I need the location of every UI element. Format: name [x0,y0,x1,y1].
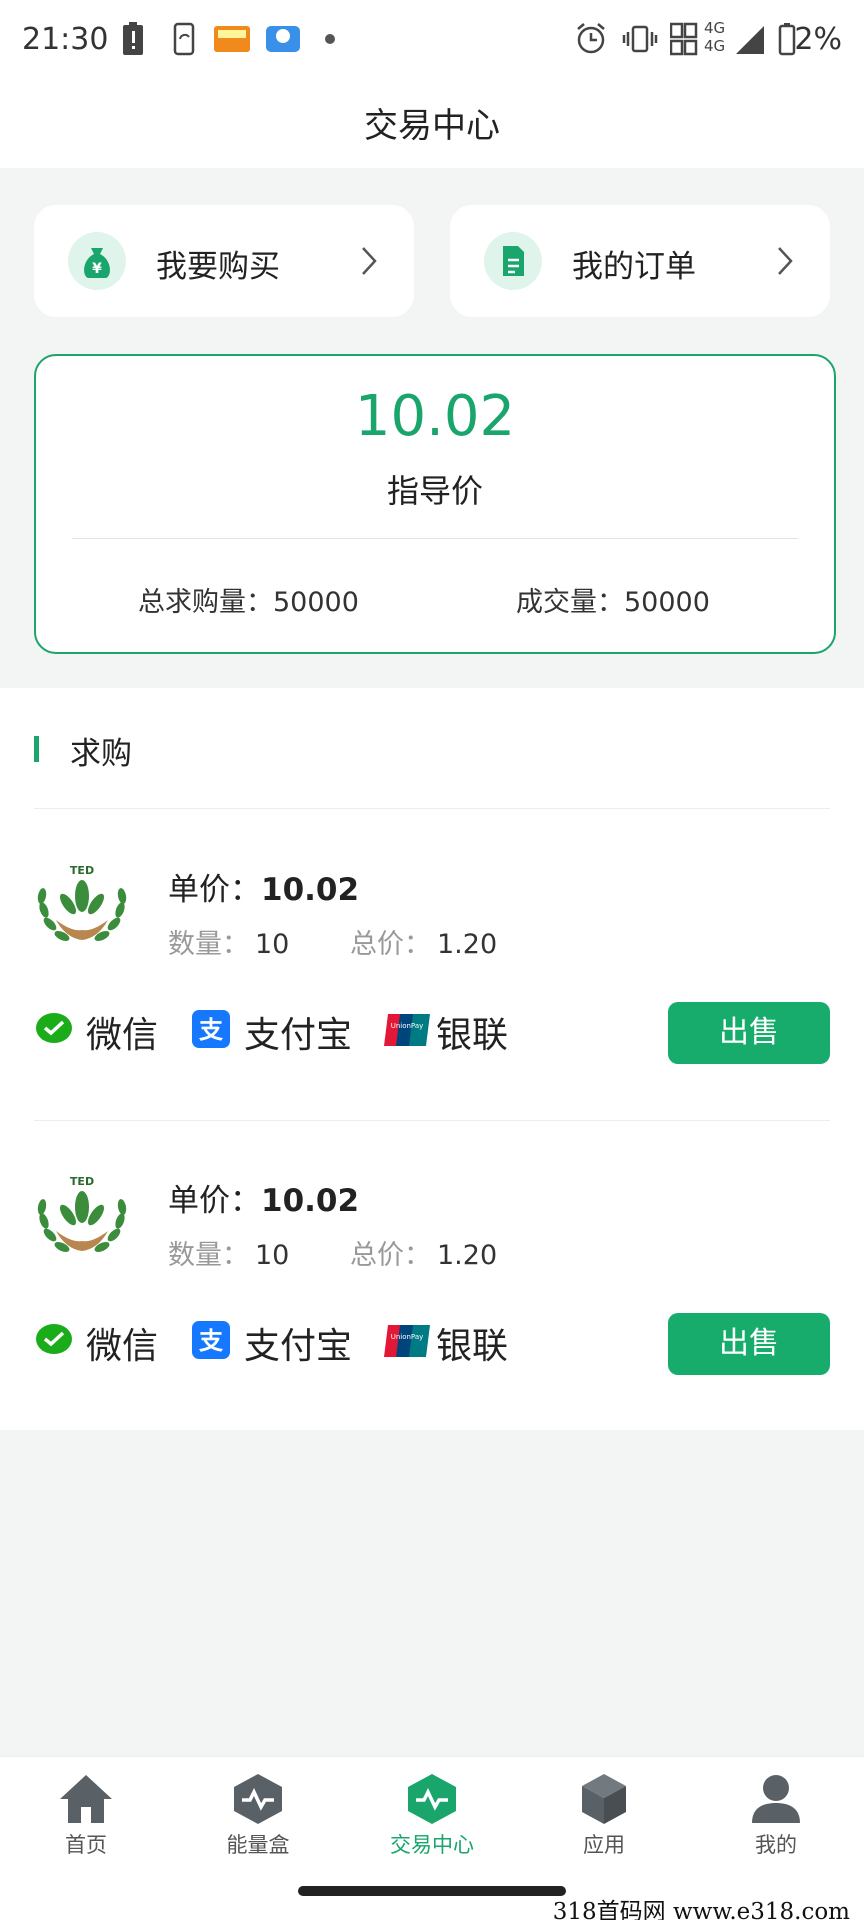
document-icon [484,232,542,290]
volume-stat: 成交量：50000 [516,580,710,619]
app-notification-icon [214,26,250,52]
total-demand-stat: 总求购量：50000 [138,580,359,619]
alert-icon [123,22,143,55]
section-accent-bar [34,736,39,762]
my-orders-label: 我的订单 [572,249,696,285]
total-demand-label: 总求购量： [138,587,273,618]
svg-text:TED: TED [70,1175,94,1188]
status-time: 21:30 [22,22,109,57]
nav-item-trade-center[interactable]: 交易中心 [346,1771,518,1859]
total-demand-value: 50000 [273,587,359,618]
unit-price-value: 10.02 [261,1183,360,1219]
chevron-right-icon [362,247,377,275]
alipay-icon: 支 [192,1321,230,1359]
user-icon [752,1775,800,1823]
unit-price: 单价：10.02 [168,872,360,908]
svg-text:UnionPay: UnionPay [391,1022,424,1030]
vibrate-icon [622,25,658,53]
quantity-value: 10 [255,929,290,960]
battery-percent: 2% [794,22,842,57]
app-notification-icon [266,26,300,52]
quantity-value: 10 [255,1240,290,1271]
nav-item-home[interactable]: 首页 [0,1771,172,1859]
svg-text:UnionPay: UnionPay [391,1333,424,1341]
quantity: 数量： 10 [168,929,290,960]
cube-icon [582,1774,626,1824]
quantity: 数量： 10 [168,1240,290,1271]
phone-sync-icon [173,22,195,56]
title-bar: 交易中心 [0,80,864,168]
page-title: 交易中心 [364,106,500,146]
total-price-value: 1.20 [437,1240,498,1271]
divider [72,538,798,539]
ted-logo: TED [37,864,127,941]
buy-button-label: 我要购买 [156,249,280,285]
energy-box-icon [234,1774,282,1824]
my-orders-button[interactable]: 我的订单 [450,205,830,317]
purchase-request-list: 求购 TED 单价：10.02 数量： 10 总价： 1.20 微信 支 支付宝… [0,688,864,1430]
unionpay-icon: UnionPay [384,1014,430,1046]
ted-logo: TED [37,1175,127,1252]
dot-icon [325,34,335,44]
nav-item-profile[interactable]: 我的 [690,1771,862,1859]
unit-price: 单价：10.02 [168,1183,360,1219]
list-item: TED 单价：10.02 数量： 10 总价： 1.20 微信 支 支付宝 Un… [0,810,864,1120]
signal-icon [736,26,764,54]
sell-button[interactable]: 出售 [668,1313,830,1375]
svg-text:TED: TED [70,864,94,877]
price-summary-card: 10.02 指导价 总求购量：50000 成交量：50000 [34,354,836,654]
guide-price-value: 10.02 [354,384,516,449]
total-price-value: 1.20 [437,929,498,960]
nav-item-energy-box[interactable]: 能量盒 [172,1771,344,1859]
unit-price-value: 10.02 [261,872,360,908]
svg-text:¥: ¥ [92,261,102,277]
network-label: 4G [704,19,726,37]
watermark: 318首码网 www.e318.com [552,1899,850,1920]
alarm-icon [577,23,605,54]
trade-center-icon [408,1774,456,1824]
nav-item-apps[interactable]: 应用 [518,1771,690,1859]
wechat-icon [36,1013,72,1043]
svg-text:支: 支 [199,1327,224,1355]
total-price: 总价： 1.20 [350,929,498,960]
section-title: 求购 [70,736,132,772]
chevron-right-icon [778,247,793,275]
buy-button[interactable]: ¥ 我要购买 [34,205,414,317]
list-item: TED 单价：10.02 数量： 10 总价： 1.20 微信 支 支付宝 Un… [0,1121,864,1431]
status-bar: 21:30 4G 4G 2% [0,0,864,80]
money-bag-icon: ¥ [68,232,126,290]
alipay-icon: 支 [192,1010,230,1048]
network-label-secondary: 4G [704,37,726,55]
home-indicator[interactable] [298,1886,566,1896]
guide-price-label: 指导价 [386,472,483,510]
volume-label: 成交量： [516,587,624,618]
data-icon [670,22,698,56]
wechat-icon [36,1324,72,1354]
divider [34,808,830,809]
home-icon [60,1775,112,1823]
unionpay-icon: UnionPay [384,1325,430,1357]
volume-value: 50000 [624,587,710,618]
sell-button[interactable]: 出售 [668,1002,830,1064]
battery-icon [778,23,796,56]
svg-text:支: 支 [199,1016,224,1044]
total-price: 总价： 1.20 [350,1240,498,1271]
